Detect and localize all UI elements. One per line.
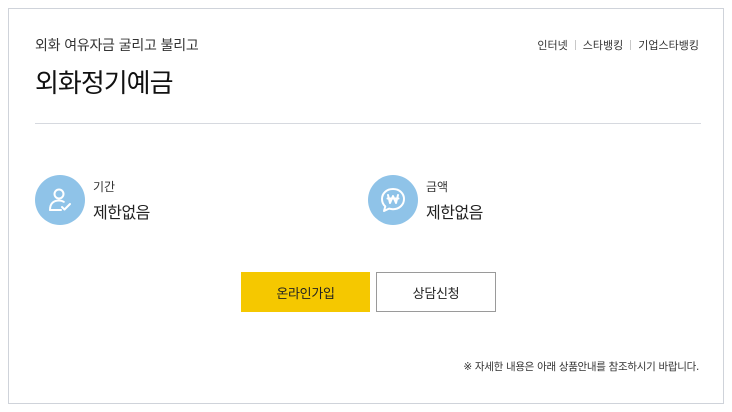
- channel-corporate-starbanking: 기업스타뱅킹: [638, 39, 699, 52]
- online-join-button[interactable]: 온라인가입: [241, 272, 370, 312]
- channel-separator: [630, 40, 632, 50]
- amount-label: 금액: [426, 179, 449, 194]
- channel-list: 인터넷 스타뱅킹 기업스타뱅킹: [537, 37, 699, 53]
- amount-value: 제한없음: [426, 202, 483, 222]
- period-info: 기간 제한없음: [35, 175, 150, 225]
- channel-internet: 인터넷: [537, 39, 568, 52]
- person-check-icon: [35, 175, 85, 225]
- period-label: 기간: [93, 179, 116, 194]
- channel-starbanking: 스타뱅킹: [582, 39, 624, 52]
- header-divider: [35, 123, 701, 124]
- amount-info: 금액 제한없음: [368, 175, 483, 225]
- notice-text: ※ 자세한 내용은 아래 상품안내를 참조하시기 바랍니다.: [463, 361, 699, 373]
- channel-separator: [574, 40, 576, 50]
- product-card: 외화 여유자금 굴리고 불리고 외화정기예금 인터넷 스타뱅킹 기업스타뱅킹 기…: [8, 8, 724, 404]
- period-value: 제한없음: [93, 202, 150, 222]
- won-chat-icon: [368, 175, 418, 225]
- product-subtitle: 외화 여유자금 굴리고 불리고: [35, 38, 199, 54]
- product-title: 외화정기예금: [35, 69, 174, 99]
- consultation-request-button[interactable]: 상담신청: [376, 272, 496, 312]
